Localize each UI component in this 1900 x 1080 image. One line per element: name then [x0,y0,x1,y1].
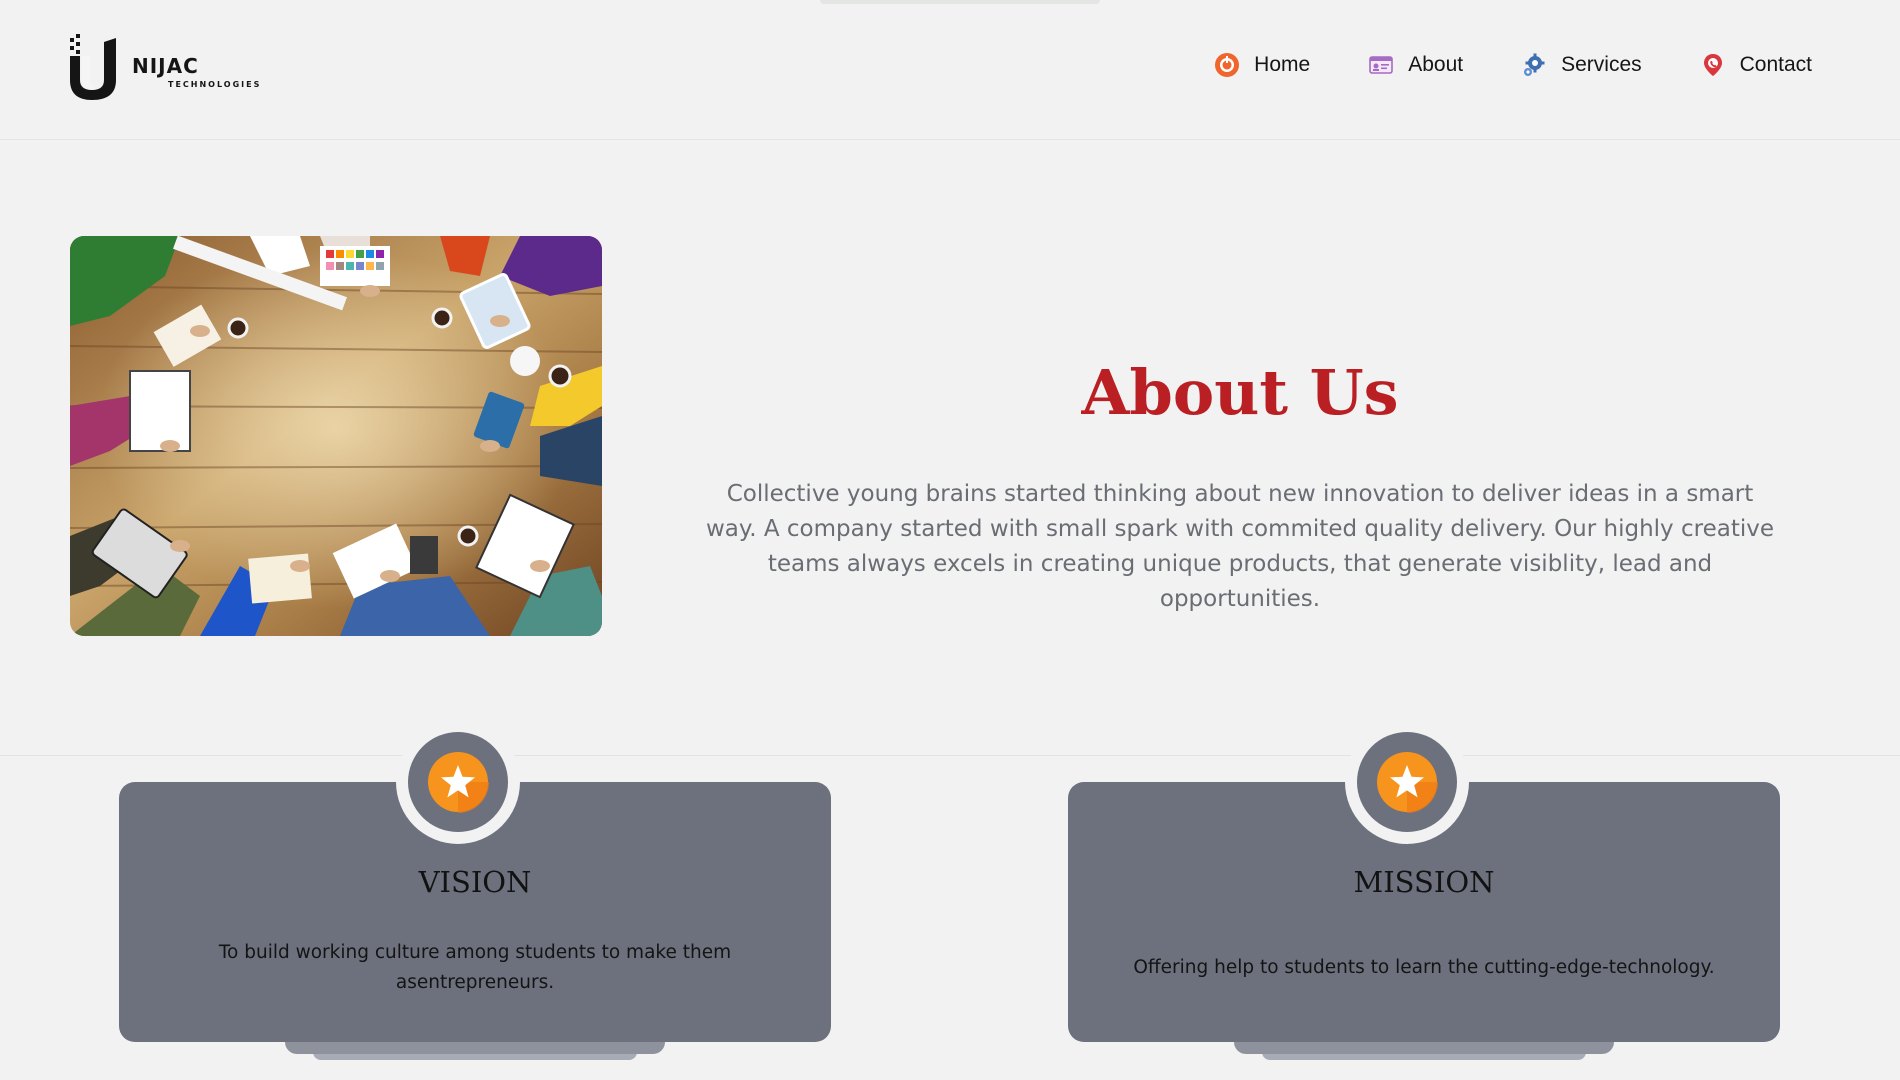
site-header: NIJAC TECHNOLOGIES Home About Services C… [0,0,1900,140]
vision-card: VISION To build working culture among st… [119,720,831,1070]
vision-title: VISION [418,865,532,899]
gear-icon [1521,52,1547,78]
team-meeting-table-photo [70,236,602,636]
nav-item-home[interactable]: Home [1214,52,1310,78]
location-pin-icon [1700,52,1726,78]
nav-item-contact[interactable]: Contact [1700,52,1812,78]
vision-badge [408,732,508,832]
mission-title: MISSION [1353,865,1495,899]
mission-text: Offering help to students to learn the c… [1133,957,1715,978]
nav-label-home: Home [1254,53,1311,76]
nav-item-about[interactable]: About [1368,52,1463,78]
vision-text: To build working culture among students … [218,942,732,993]
star-icon [1377,752,1438,813]
unijac-u-logo-icon [70,34,116,100]
star-icon [428,752,489,813]
mission-badge [1357,732,1457,832]
mission-card: MISSION Offering help to students to lea… [1068,720,1780,1070]
brand-name: NIJAC [132,54,199,78]
nav-label-services: Services [1561,53,1642,76]
nav-label-about: About [1408,53,1464,76]
top-tab-decoration [820,0,1100,4]
nav-label-contact: Contact [1739,53,1812,76]
home-icon [1214,52,1240,78]
brand-logo[interactable]: NIJAC TECHNOLOGIES [68,34,268,100]
main-nav: Home About Services Contact [1156,52,1812,78]
brand-tagline: TECHNOLOGIES [168,80,262,89]
about-title: About Us [1081,356,1399,429]
id-card-icon [1368,52,1394,78]
nav-item-services[interactable]: Services [1521,52,1642,78]
about-description: Collective young brains started thinking… [705,481,1774,612]
